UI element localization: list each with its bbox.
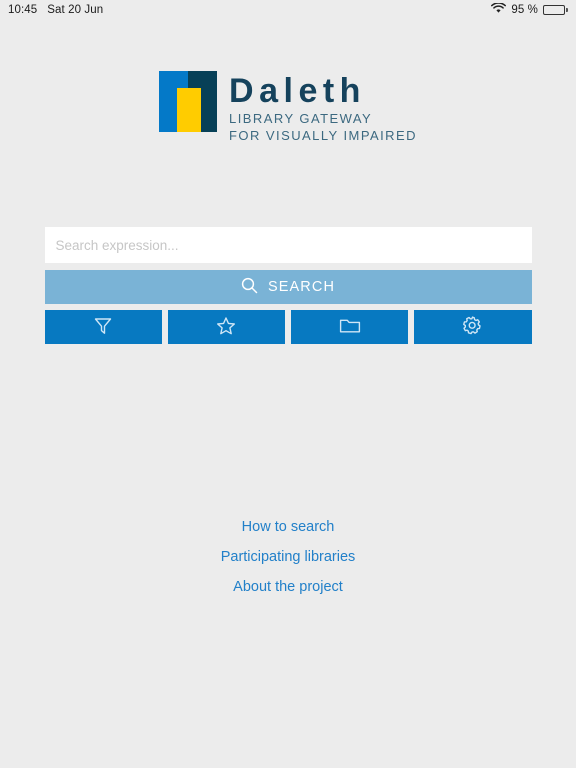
link-participating-libraries[interactable]: Participating libraries — [221, 549, 356, 565]
status-bar-right: 95 % — [491, 2, 568, 17]
folders-button[interactable] — [291, 310, 409, 344]
toolbar — [44, 310, 532, 344]
filter-button[interactable] — [44, 310, 162, 344]
battery-icon — [543, 5, 568, 15]
search-icon — [241, 277, 258, 297]
status-time: 10:45 — [8, 4, 38, 16]
logo-text: Daleth LIBRARY GATEWAY FOR VISUALLY IMPA… — [229, 71, 417, 143]
logo-mark-icon — [159, 71, 218, 132]
search-button[interactable]: SEARCH — [44, 270, 532, 304]
status-bar-left: 10:45 Sat 20 Jun — [8, 4, 103, 16]
footer-links: How to search Participating libraries Ab… — [45, 519, 532, 595]
logo-group: Daleth LIBRARY GATEWAY FOR VISUALLY IMPA… — [159, 71, 417, 143]
favorites-button[interactable] — [167, 310, 285, 344]
gear-icon — [462, 315, 483, 339]
wifi-icon — [491, 2, 507, 17]
tagline-line-2: FOR VISUALLY IMPAIRED — [229, 127, 417, 143]
battery-percent: 95 % — [511, 4, 538, 16]
status-bar: 10:45 Sat 20 Jun 95 % — [0, 0, 576, 20]
star-icon — [216, 316, 236, 339]
tagline-line-1: LIBRARY GATEWAY — [229, 111, 373, 126]
link-about-the-project[interactable]: About the project — [233, 579, 343, 595]
search-button-label: SEARCH — [267, 279, 336, 295]
settings-button[interactable] — [414, 310, 532, 344]
search-input[interactable] — [44, 227, 532, 263]
app-logo: Daleth LIBRARY GATEWAY FOR VISUALLY IMPA… — [0, 71, 576, 143]
filter-icon — [93, 316, 113, 339]
main-content: SEARCH — [44, 227, 532, 595]
link-how-to-search[interactable]: How to search — [242, 519, 335, 535]
search-block: SEARCH — [44, 227, 532, 304]
brand-name: Daleth — [229, 72, 366, 110]
status-date: Sat 20 Jun — [47, 4, 104, 16]
folder-icon — [339, 316, 361, 338]
